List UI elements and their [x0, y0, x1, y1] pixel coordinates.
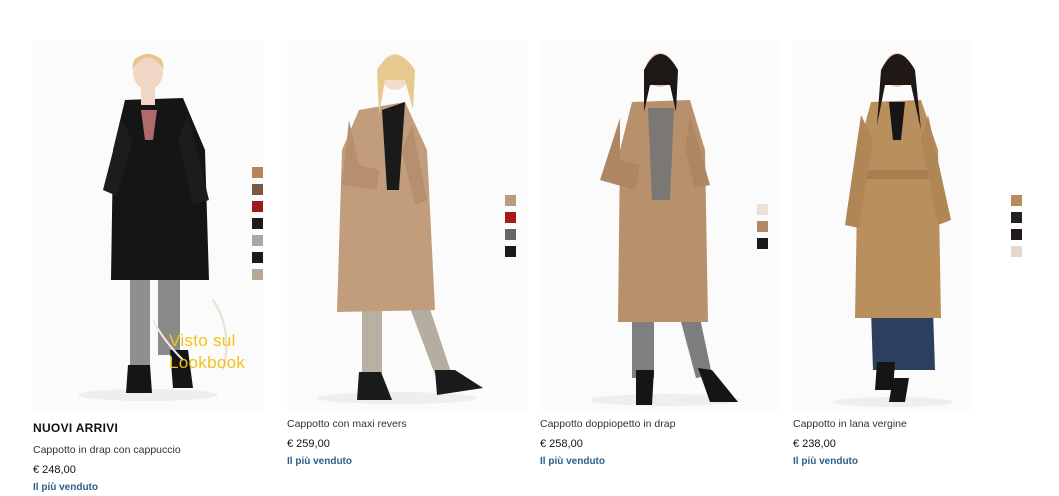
model-figure	[317, 54, 483, 404]
color-swatch[interactable]	[252, 201, 263, 212]
color-swatch[interactable]	[757, 221, 768, 232]
product-info: Cappotto doppiopetto in drap € 258,00 Il…	[540, 418, 675, 467]
model-figure	[833, 53, 953, 407]
new-arrivals-label: NUOVI ARRIVI	[33, 421, 119, 435]
color-swatch[interactable]	[757, 204, 768, 215]
color-swatch[interactable]	[252, 235, 263, 246]
color-swatches	[1011, 195, 1022, 257]
color-swatch[interactable]	[252, 167, 263, 178]
color-swatch[interactable]	[252, 269, 263, 280]
product-title[interactable]: Cappotto in lana vergine	[793, 418, 907, 430]
color-swatches	[252, 167, 263, 280]
product-price: € 238,00	[793, 438, 836, 450]
product-info: Cappotto con maxi revers € 259,00 Il più…	[287, 418, 407, 467]
product-title[interactable]: Cappotto con maxi revers	[287, 418, 407, 430]
product-price: € 259,00	[287, 438, 330, 450]
color-swatches	[505, 195, 516, 257]
product-price: € 258,00	[540, 438, 583, 450]
lookbook-badge: Visto sul Lookbook	[169, 331, 246, 372]
product-card[interactable]: Visto sul Lookbook NUOVI ARRIVI Cappotto…	[33, 40, 283, 493]
product-image[interactable]	[540, 40, 780, 410]
color-swatch[interactable]	[1011, 246, 1022, 257]
model-figure	[590, 53, 740, 406]
color-swatch[interactable]	[252, 252, 263, 263]
color-swatch[interactable]	[757, 238, 768, 249]
product-card[interactable]: Cappotto in lana vergine € 238,00 Il più…	[793, 40, 1043, 467]
color-swatch[interactable]	[1011, 195, 1022, 206]
product-title[interactable]: Cappotto doppiopetto in drap	[540, 418, 675, 430]
bestseller-tag: Il più venduto	[540, 456, 605, 467]
bestseller-tag: Il più venduto	[793, 456, 858, 467]
product-info: NUOVI ARRIVI Cappotto in drap con cappuc…	[33, 421, 181, 493]
color-swatch[interactable]	[1011, 229, 1022, 240]
bestseller-tag: Il più venduto	[287, 456, 352, 467]
color-swatch[interactable]	[505, 229, 516, 240]
product-image[interactable]	[287, 40, 527, 410]
product-card[interactable]: Cappotto doppiopetto in drap € 258,00 Il…	[540, 40, 790, 467]
product-price: € 248,00	[33, 464, 76, 476]
color-swatch[interactable]	[505, 212, 516, 223]
bestseller-tag: Il più venduto	[33, 482, 98, 493]
color-swatch[interactable]	[252, 218, 263, 229]
color-swatch[interactable]	[505, 246, 516, 257]
product-grid: Visto sul Lookbook NUOVI ARRIVI Cappotto…	[0, 0, 1059, 496]
product-info: Cappotto in lana vergine € 238,00 Il più…	[793, 418, 907, 467]
product-image[interactable]	[793, 40, 973, 410]
color-swatch[interactable]	[252, 184, 263, 195]
color-swatch[interactable]	[505, 195, 516, 206]
product-title[interactable]: Cappotto in drap con cappuccio	[33, 444, 181, 456]
product-image[interactable]: Visto sul Lookbook	[33, 40, 263, 410]
color-swatch[interactable]	[1011, 212, 1022, 223]
color-swatches	[757, 204, 768, 249]
product-card[interactable]: Cappotto con maxi revers € 259,00 Il più…	[287, 40, 537, 467]
